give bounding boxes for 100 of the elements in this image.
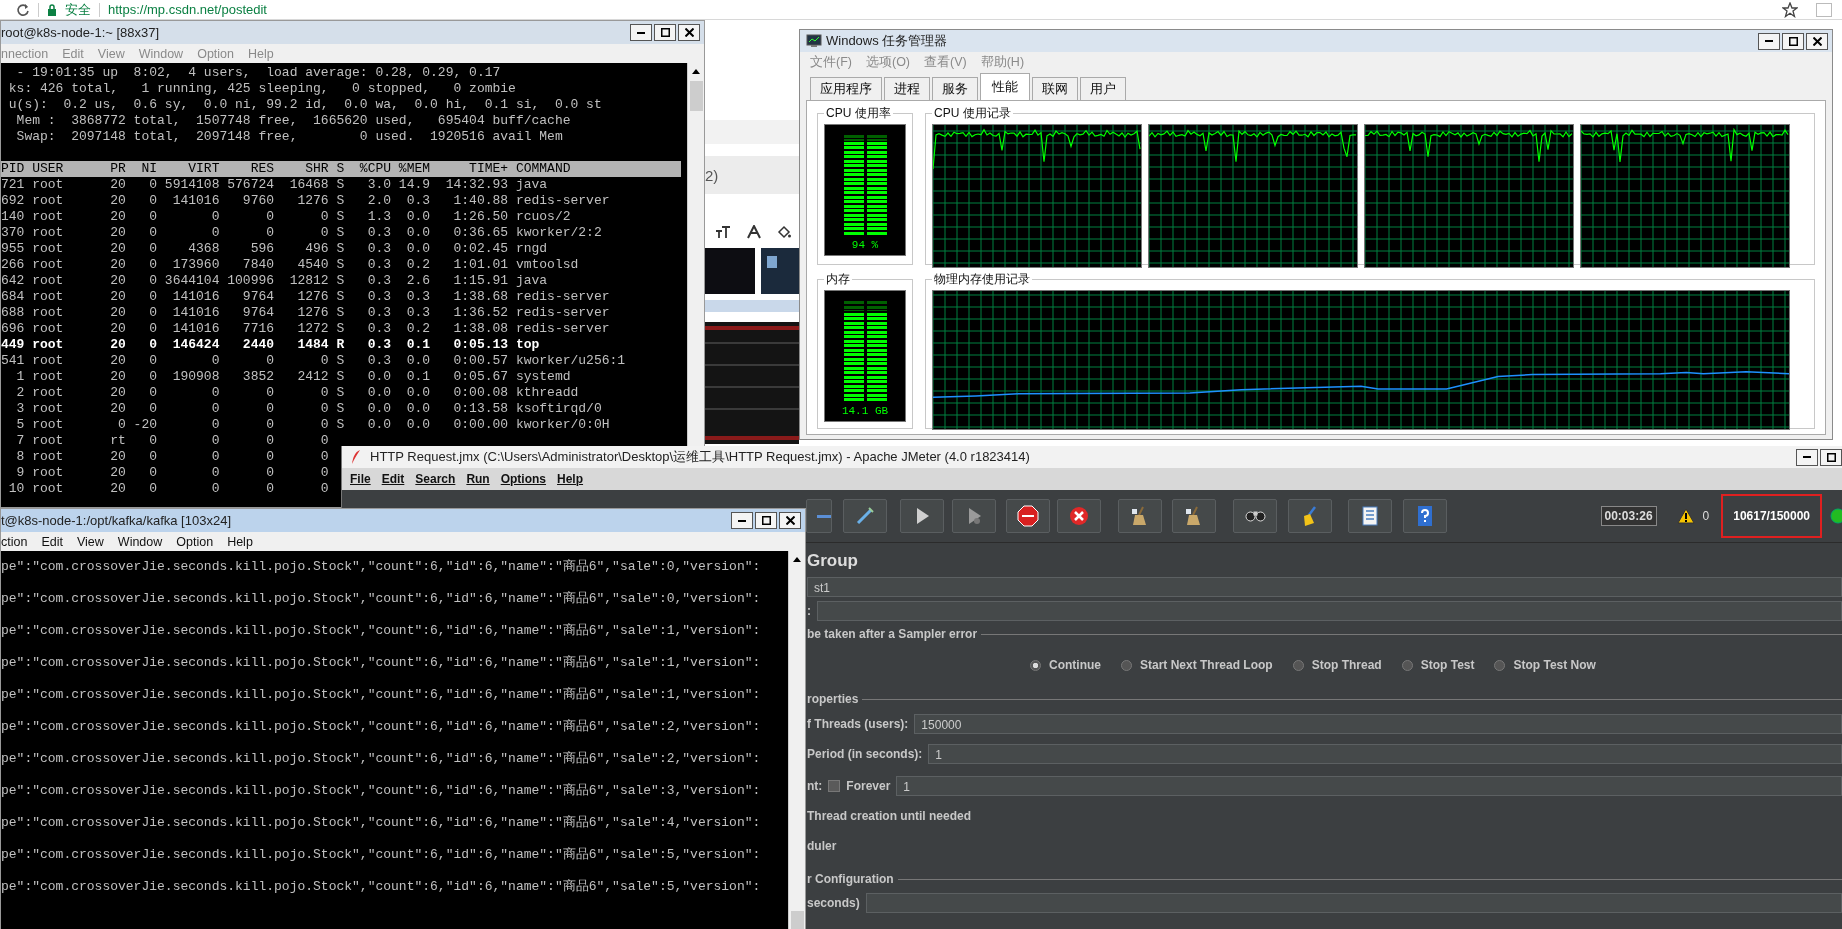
tab[interactable]: 进程 [884,77,930,100]
tab[interactable]: 用户 [1080,77,1126,100]
status-light-icon [1830,508,1842,524]
radio-option[interactable]: Stop Thread [1292,658,1382,672]
column-header: PID USER PR NI VIRT RES SHR S %CPU %MEM TIME+ COMMAND [1,161,681,177]
tab[interactable]: 性能 [980,73,1030,100]
scrollbar-thumb[interactable] [689,81,703,111]
menu-item[interactable]: Window [117,534,163,549]
comments-field[interactable] [817,601,1842,621]
shutdown-button[interactable] [1057,499,1101,533]
menu-item[interactable]: File [350,472,371,486]
close-button[interactable] [779,512,801,529]
scroll-up-icon [792,555,802,563]
stop-button[interactable] [1006,499,1050,533]
ramp-up-field[interactable]: 1 [928,744,1842,764]
process-row: 140 root 20 0 0 0 0 S 1.3 0.0 1:26.50 rcuos/2 [1,209,571,225]
checkbox-label: Thread creation until needed [807,809,972,823]
close-button[interactable] [678,24,700,41]
process-row: 692 root 20 0 141016 9760 1276 S 2.0 0.3 1:40.88 redis-server [1,193,610,209]
tab[interactable]: 应用程序 [810,77,882,100]
loop-count-field[interactable]: 1 [896,776,1842,796]
radio-button[interactable] [1401,659,1413,671]
tab[interactable]: 服务 [932,77,978,100]
process-row: 266 root 20 0 173960 7840 4540 S 0.3 0.2 1:01.01 vmtoolsd [1,257,579,273]
start-button[interactable] [900,499,944,533]
help-button[interactable] [1403,499,1447,533]
minimize-button[interactable] [1796,448,1818,466]
menu-item[interactable]: Edit [381,472,405,486]
terminal-line: pe":"com.crossoverJie.seconds.kill.pojo.Stock","count":6,"id":6,"name":"商品6","sale":4,"version": [1,815,762,831]
menu-item[interactable]: Edit [41,534,63,549]
search-button[interactable] [1233,499,1277,533]
font-color-icon[interactable] [747,225,761,239]
url-text[interactable]: https://mp.csdn.net/postedit [108,2,267,17]
duration-field[interactable] [865,893,1842,913]
radio-button[interactable] [1030,659,1041,671]
clear-all-button[interactable] [1172,499,1216,533]
radio-button[interactable] [1292,659,1304,671]
radio-button[interactable] [1494,659,1506,671]
maximize-button[interactable] [755,512,777,529]
paint-bucket-icon[interactable] [777,225,791,239]
minimize-icon [637,31,645,34]
forever-checkbox[interactable] [828,780,841,792]
function-helper-button[interactable] [1348,499,1392,533]
reload-icon[interactable] [16,2,30,17]
font-size-icon[interactable] [715,225,731,239]
stop-icon [1017,505,1039,527]
menu-item[interactable]: Search [415,472,456,486]
minus-icon [817,514,831,518]
process-row: 642 root 20 0 3644104 100996 12812 S 0.3 2.6 1:15.91 java [1,273,548,289]
process-row-text: 3 root 20 0 0 0 0 S 0.0 0.0 0:13.58 ksoftirqd/0 [15,401,602,417]
terminal-line: pe":"com.crossoverJie.seconds.kill.pojo.Stock","count":6,"id":6,"name":"商品6","sale":1,"version": [1,623,762,639]
threads-field[interactable]: 150000 [914,714,1842,734]
maximize-button[interactable] [1820,448,1842,466]
radio-option[interactable]: Stop Test [1401,658,1475,672]
toggle-button[interactable] [843,499,887,533]
terminal-line: ks: 426 total, 1 running, 425 sleeping, 0 stopped, 0 zombie [7,81,516,97]
close-button[interactable] [1806,32,1828,50]
terminal-line: pe":"com.crossoverJie.seconds.kill.pojo.Stock","count":6,"id":6,"name":"商品6","sale":5,"version": [1,879,762,895]
terminal-line: u(s): 0.2 us, 0.6 sy, 0.0 ni, 99.2 id, 0.0 wa, 0.0 hi, 0.1 si, 0.0 st [7,97,602,113]
menu-item[interactable]: Options [500,472,547,486]
start-no-pause-button[interactable] [952,499,996,533]
reset-search-button[interactable] [1288,499,1332,533]
minimize-button[interactable] [630,24,652,41]
minimize-button[interactable] [731,512,753,529]
terminal-line: pe":"com.crossoverJie.seconds.kill.pojo.Stock","count":6,"id":6,"name":"商品6","sale":3,"version": [1,783,762,799]
terminal-line: Mem : 3868772 total, 1507748 free, 1665620 used, 695404 buff/cache [15,113,571,129]
menu-item[interactable]: Help [557,472,584,486]
group-label: 物理内存使用记录 [933,271,1031,288]
terminal-line: pe":"com.crossoverJie.seconds.kill.pojo.Stock","count":6,"id":6,"name":"商品6","sale":2,"version": [1,719,762,735]
terminal-line: pe":"com.crossoverJie.seconds.kill.pojo.Stock","count":6,"id":6,"name":"商品6","sale":2,"version": [1,751,762,767]
maximize-button[interactable] [654,24,676,41]
terminal-line: pe":"com.crossoverJie.seconds.kill.pojo.Stock","count":6,"id":6,"name":"商品6","sale":0,"version": [1,559,762,575]
menu-item[interactable]: Run [466,472,490,486]
process-row: 449 root 20 0 146424 2440 1484 R 0.3 0.1 0:05.13 top [1,337,540,353]
clear-button[interactable] [1118,499,1162,533]
menu-item[interactable]: Option [176,534,214,549]
radio-button[interactable] [1121,659,1132,671]
window-title: t@k8s-node-1:/opt/kafka/kafka [103x24] [1,513,231,528]
bookmark-star-icon[interactable] [1782,1,1798,18]
meter-reading: 94 % [851,239,879,251]
minimize-button[interactable] [1758,32,1780,50]
terminal-line: pe":"com.crossoverJie.seconds.kill.pojo.Stock","count":6,"id":6,"name":"商品6","sale":5,"version": [1,847,762,863]
group-label: CPU 使用记录 [933,105,1012,122]
warning-count: 0 [1702,509,1710,523]
group-label: 内存 [825,271,851,288]
maximize-button[interactable] [1782,32,1804,50]
name-field[interactable]: st1 [807,577,1842,597]
scrollbar[interactable] [788,551,805,929]
menu-item[interactable]: ction [1,534,28,549]
thread-count: 10617/150000 [1721,494,1822,538]
warning-icon [1676,508,1695,524]
menu-item[interactable]: Help [227,534,253,549]
collapse-button[interactable] [806,499,832,533]
menu-item[interactable]: View [76,534,104,549]
close-icon [684,28,694,37]
radio-option[interactable]: Stop Test Now [1494,658,1596,672]
tab[interactable]: 联网 [1032,77,1078,100]
elapsed-time: 00:03:26 [1600,506,1657,526]
minimize-icon [1765,40,1773,42]
radio-option[interactable]: Continue [1030,658,1101,672]
